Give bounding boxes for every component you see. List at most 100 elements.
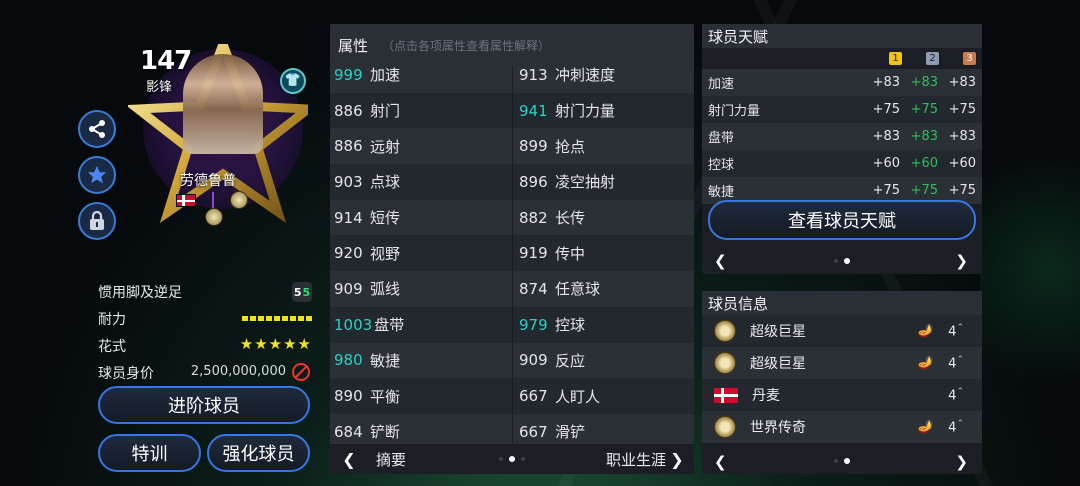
attribute-cell[interactable]: 920 视野 <box>330 235 512 271</box>
attribute-cell[interactable]: 882 长传 <box>512 199 694 236</box>
attribute-name: 抢点 <box>555 137 586 156</box>
player-rating: 147 <box>140 46 192 76</box>
page-indicator <box>834 458 850 464</box>
person-icon: ⌃ <box>956 354 964 365</box>
foot-row: 惯用脚及逆足 55 <box>98 278 312 305</box>
attribute-cell[interactable]: 941 射门力量 <box>512 92 694 129</box>
attributes-panel[interactable]: 属性 （点击各项属性查看属性解释） 999 加速 913 冲刺速度 886 射门… <box>330 24 694 474</box>
attribute-row[interactable]: 999 加速 913 冲刺速度 <box>330 66 694 93</box>
chevron-left-icon[interactable]: ❮ <box>714 453 727 471</box>
chevron-right-icon[interactable]: ❯ <box>955 453 968 471</box>
attribute-value: 886 <box>334 101 363 120</box>
talent-name: 加速 <box>708 77 735 92</box>
skill-label: 花式 <box>98 338 126 355</box>
attribute-name: 射门 <box>370 102 401 121</box>
view-talent-button[interactable]: 查看球员天赋 <box>708 200 976 240</box>
player-info-row[interactable]: 超级巨星 🪔 4⌃ <box>702 315 982 347</box>
skill-stars: ★★★★★ <box>239 335 312 353</box>
chevron-right-icon[interactable]: ❯ <box>955 252 968 270</box>
favorite-button[interactable] <box>78 156 116 194</box>
chevron-left-icon[interactable]: ❮ <box>336 450 362 469</box>
share-button[interactable] <box>78 110 116 148</box>
attribute-name: 盘带 <box>374 316 405 335</box>
attribute-row[interactable]: 1003 盘带 979 控球 <box>330 306 694 343</box>
player-info-count: 4⌃ <box>948 419 964 435</box>
attribute-value: 896 <box>519 172 548 191</box>
attribute-name: 加速 <box>370 66 401 85</box>
attribute-cell[interactable]: 980 敏捷 <box>330 343 512 379</box>
attribute-cell[interactable]: 913 冲刺速度 <box>512 66 694 93</box>
attribute-row[interactable]: 890 平衡 667 人盯人 <box>330 378 694 414</box>
attribute-cell[interactable]: 684 铲断 <box>330 414 512 444</box>
attribute-cell[interactable]: 899 抢点 <box>512 128 694 165</box>
player-info-row[interactable]: 丹麦 4⌃ <box>702 379 982 411</box>
player-info-label: 超级巨星 <box>750 356 806 372</box>
player-info-count: 4⌃ <box>948 387 964 403</box>
attribute-row[interactable]: 914 短传 882 长传 <box>330 199 694 236</box>
attribute-cell[interactable]: 999 加速 <box>330 66 512 93</box>
upgrade-player-button[interactable]: 进阶球员 <box>98 386 310 424</box>
enhance-player-button[interactable]: 强化球员 <box>207 434 310 472</box>
talent-row: 射门力量 +75 +75 +75 <box>702 96 982 123</box>
person-icon: ⌃ <box>956 322 964 333</box>
foot-main-value: 5 <box>293 285 302 299</box>
lamp-icon: 🪔 <box>917 419 934 435</box>
player-info-row[interactable]: 世界传奇 🪔 4⌃ <box>702 411 982 443</box>
player-info-label: 超级巨星 <box>750 324 806 340</box>
attribute-cell[interactable]: 909 弧线 <box>330 271 512 307</box>
attributes-header: 属性 （点击各项属性查看属性解释） <box>330 24 694 66</box>
attribute-cell[interactable]: 890 平衡 <box>330 378 512 414</box>
player-value: 2,500,000,000 <box>190 364 286 379</box>
attribute-row[interactable]: 903 点球 896 凌空抽射 <box>330 164 694 200</box>
person-icon: ⌃ <box>956 386 964 397</box>
attribute-row[interactable]: 886 远射 899 抢点 <box>330 128 694 165</box>
attribute-cell[interactable]: 896 凌空抽射 <box>512 164 694 200</box>
attribute-name: 冲刺速度 <box>555 66 616 85</box>
talent-tier1-bonus: +83 <box>872 75 900 90</box>
attribute-name: 敏捷 <box>370 351 401 370</box>
page-indicator <box>499 456 525 462</box>
attribute-value: 886 <box>334 137 363 156</box>
talent-title: 球员天赋 <box>702 24 982 48</box>
attribute-cell[interactable]: 886 远射 <box>330 128 512 164</box>
foot-weak-value: 5 <box>302 285 311 299</box>
attribute-row[interactable]: 980 敏捷 909 反应 <box>330 342 694 379</box>
attribute-cell[interactable]: 886 射门 <box>330 93 512 129</box>
attribute-cell[interactable]: 667 人盯人 <box>512 378 694 414</box>
tab-career[interactable]: 职业生涯 <box>606 449 666 470</box>
attribute-cell[interactable]: 667 滑铲 <box>512 413 694 444</box>
attribute-name: 点球 <box>370 173 401 192</box>
player-photo <box>183 54 263 154</box>
attribute-cell[interactable]: 919 传中 <box>512 235 694 272</box>
attributes-title: 属性 <box>338 36 369 55</box>
attribute-value: 899 <box>519 137 548 156</box>
talent-name: 盘带 <box>708 131 735 146</box>
attribute-row[interactable]: 909 弧线 874 任意球 <box>330 271 694 307</box>
chevron-right-icon[interactable]: ❯ <box>664 450 690 469</box>
attribute-row[interactable]: 920 视野 919 传中 <box>330 235 694 272</box>
star-icon <box>87 165 107 184</box>
attribute-cell[interactable]: 1003 盘带 <box>330 307 512 343</box>
player-card[interactable]: 147 影锋 👕 劳德鲁普 <box>108 24 308 234</box>
attribute-row[interactable]: 684 铲断 667 滑铲 <box>330 413 694 444</box>
attribute-row[interactable]: 886 射门 941 射门力量 <box>330 92 694 129</box>
attribute-cell[interactable]: 909 反应 <box>512 342 694 379</box>
attribute-cell[interactable]: 914 短传 <box>330 200 512 236</box>
attribute-name: 任意球 <box>555 280 601 299</box>
foot-label: 惯用脚及逆足 <box>98 284 182 301</box>
chevron-left-icon[interactable]: ❮ <box>714 252 727 270</box>
legend-badge-icon <box>714 416 736 438</box>
talent-tier1-bonus: +60 <box>872 156 900 171</box>
lock-button[interactable] <box>78 202 116 240</box>
player-info-row[interactable]: 超级巨星 🪔 4⌃ <box>702 347 982 379</box>
attribute-cell[interactable]: 874 任意球 <box>512 271 694 307</box>
talent-tier3-bonus: +75 <box>948 102 976 117</box>
shirt-icon[interactable]: 👕 <box>280 68 306 94</box>
tab-summary[interactable]: 摘要 <box>376 449 406 470</box>
attributes-list[interactable]: 999 加速 913 冲刺速度 886 射门 941 射门力量 886 远射 8… <box>330 66 694 444</box>
attribute-cell[interactable]: 903 点球 <box>330 164 512 200</box>
person-icon: ⌃ <box>956 418 964 429</box>
special-training-button[interactable]: 特训 <box>98 434 201 472</box>
attribute-value: 914 <box>334 208 363 227</box>
attribute-cell[interactable]: 979 控球 <box>512 306 694 343</box>
